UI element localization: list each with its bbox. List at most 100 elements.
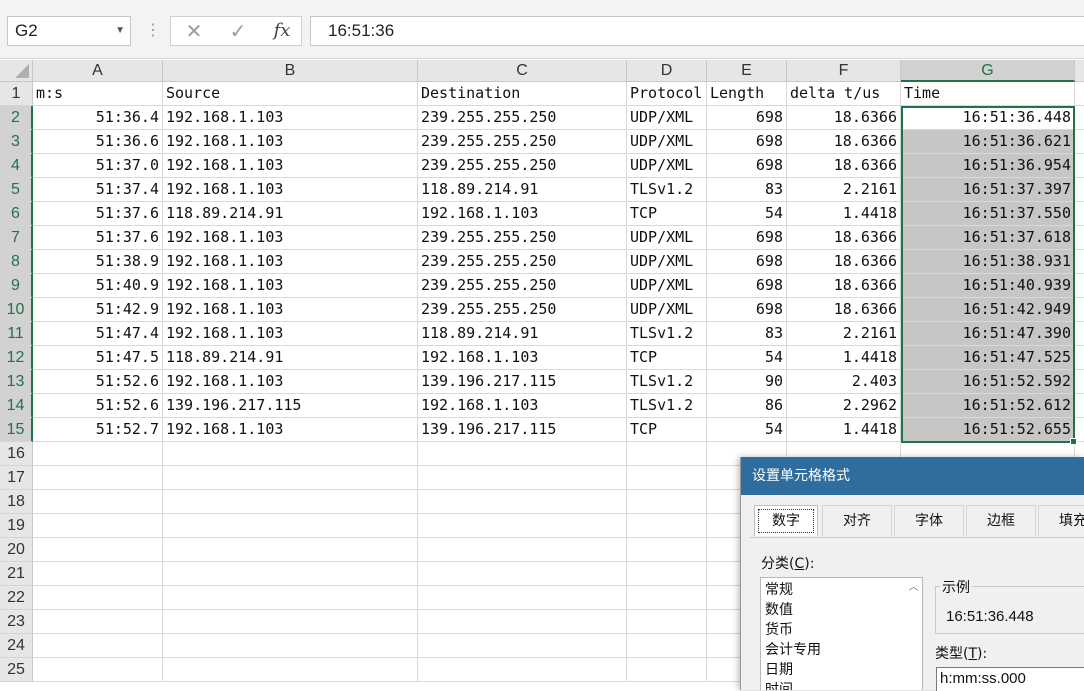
cell-g11[interactable]: 16:51:47.390 [901, 322, 1075, 346]
cell-c18[interactable] [418, 490, 627, 514]
column-header-next[interactable] [1075, 60, 1084, 82]
cell-f7[interactable]: 18.6366 [787, 226, 901, 250]
cell-g13[interactable]: 16:51:52.592 [901, 370, 1075, 394]
row-header-11[interactable]: 11 [0, 322, 33, 346]
cell-a24[interactable] [33, 634, 163, 658]
cell-d19[interactable] [627, 514, 707, 538]
cell-e7[interactable]: 698 [707, 226, 787, 250]
column-header-b[interactable]: B [163, 60, 418, 82]
cell-f6[interactable]: 1.4418 [787, 202, 901, 226]
cell-a20[interactable] [33, 538, 163, 562]
chevron-up-icon[interactable]: ︿ [905, 578, 922, 598]
cell-c23[interactable] [418, 610, 627, 634]
cell-c7[interactable]: 239.255.255.250 [418, 226, 627, 250]
row-header-6[interactable]: 6 [0, 202, 33, 226]
category-item[interactable]: 日期 [765, 660, 793, 680]
cell-f5[interactable]: 2.2161 [787, 178, 901, 202]
cell-a21[interactable] [33, 562, 163, 586]
cell-c17[interactable] [418, 466, 627, 490]
cell-a7[interactable]: 51:37.6 [33, 226, 163, 250]
row-header-23[interactable]: 23 [0, 610, 33, 634]
cell-b17[interactable] [163, 466, 418, 490]
cell-d12[interactable]: TCP [627, 346, 707, 370]
cell-c11[interactable]: 118.89.214.91 [418, 322, 627, 346]
cell-f15[interactable]: 1.4418 [787, 418, 901, 442]
cell-a15[interactable]: 51:52.7 [33, 418, 163, 442]
cell-d25[interactable] [627, 658, 707, 682]
cell-h10[interactable] [1075, 298, 1084, 322]
cell-g2[interactable]: 16:51:36.448 [901, 106, 1075, 130]
cell-e8[interactable]: 698 [707, 250, 787, 274]
cell-d13[interactable]: TLSv1.2 [627, 370, 707, 394]
cell-h14[interactable] [1075, 394, 1084, 418]
cell-h4[interactable] [1075, 154, 1084, 178]
row-header-25[interactable]: 25 [0, 658, 33, 682]
cell-c15[interactable]: 139.196.217.115 [418, 418, 627, 442]
cell-c1[interactable]: Destination [418, 82, 627, 106]
type-input[interactable]: h:mm:ss.000 [936, 667, 1084, 691]
cell-b22[interactable] [163, 586, 418, 610]
cell-f10[interactable]: 18.6366 [787, 298, 901, 322]
row-header-19[interactable]: 19 [0, 514, 33, 538]
cell-g4[interactable]: 16:51:36.954 [901, 154, 1075, 178]
cell-d9[interactable]: UDP/XML [627, 274, 707, 298]
cell-h8[interactable] [1075, 250, 1084, 274]
cell-f4[interactable]: 18.6366 [787, 154, 901, 178]
cell-a4[interactable]: 51:37.0 [33, 154, 163, 178]
column-header-e[interactable]: E [707, 60, 787, 82]
cell-d1[interactable]: Protocol [627, 82, 707, 106]
cell-d7[interactable]: UDP/XML [627, 226, 707, 250]
row-header-5[interactable]: 5 [0, 178, 33, 202]
cell-a6[interactable]: 51:37.6 [33, 202, 163, 226]
row-header-14[interactable]: 14 [0, 394, 33, 418]
cell-g6[interactable]: 16:51:37.550 [901, 202, 1075, 226]
cell-a12[interactable]: 51:47.5 [33, 346, 163, 370]
cell-c24[interactable] [418, 634, 627, 658]
tab-border[interactable]: 边框 [966, 505, 1036, 536]
cell-c6[interactable]: 192.168.1.103 [418, 202, 627, 226]
cell-d5[interactable]: TLSv1.2 [627, 178, 707, 202]
cell-c5[interactable]: 118.89.214.91 [418, 178, 627, 202]
cell-a9[interactable]: 51:40.9 [33, 274, 163, 298]
cancel-icon[interactable]: ✕ [175, 17, 213, 45]
row-header-10[interactable]: 10 [0, 298, 33, 322]
cell-a16[interactable] [33, 442, 163, 466]
cell-b19[interactable] [163, 514, 418, 538]
cell-f12[interactable]: 1.4418 [787, 346, 901, 370]
cell-b23[interactable] [163, 610, 418, 634]
cell-a19[interactable] [33, 514, 163, 538]
row-header-7[interactable]: 7 [0, 226, 33, 250]
cell-a23[interactable] [33, 610, 163, 634]
check-icon[interactable]: ✓ [219, 17, 257, 45]
cell-c19[interactable] [418, 514, 627, 538]
dialog-titlebar[interactable]: 设置单元格格式 [741, 457, 1084, 495]
cell-f9[interactable]: 18.6366 [787, 274, 901, 298]
cell-b6[interactable]: 118.89.214.91 [163, 202, 418, 226]
cell-b13[interactable]: 192.168.1.103 [163, 370, 418, 394]
cell-b12[interactable]: 118.89.214.91 [163, 346, 418, 370]
cell-a22[interactable] [33, 586, 163, 610]
row-header-24[interactable]: 24 [0, 634, 33, 658]
cell-g15[interactable]: 16:51:52.655 [901, 418, 1075, 442]
cell-e6[interactable]: 54 [707, 202, 787, 226]
cell-b18[interactable] [163, 490, 418, 514]
row-header-3[interactable]: 3 [0, 130, 33, 154]
cell-c4[interactable]: 239.255.255.250 [418, 154, 627, 178]
cell-a5[interactable]: 51:37.4 [33, 178, 163, 202]
cell-g8[interactable]: 16:51:38.931 [901, 250, 1075, 274]
row-header-9[interactable]: 9 [0, 274, 33, 298]
column-header-g[interactable]: G [901, 60, 1075, 82]
row-header-2[interactable]: 2 [0, 106, 33, 130]
column-header-f[interactable]: F [787, 60, 901, 82]
cell-f8[interactable]: 18.6366 [787, 250, 901, 274]
cell-e9[interactable]: 698 [707, 274, 787, 298]
tab-number[interactable]: 数字 [754, 505, 818, 536]
cell-b1[interactable]: Source [163, 82, 418, 106]
cell-f1[interactable]: delta t/us [787, 82, 901, 106]
cell-c13[interactable]: 139.196.217.115 [418, 370, 627, 394]
cell-b25[interactable] [163, 658, 418, 682]
cell-e11[interactable]: 83 [707, 322, 787, 346]
cell-e2[interactable]: 698 [707, 106, 787, 130]
cell-a1[interactable]: m:s [33, 82, 163, 106]
category-item[interactable]: 时间 [765, 680, 793, 690]
